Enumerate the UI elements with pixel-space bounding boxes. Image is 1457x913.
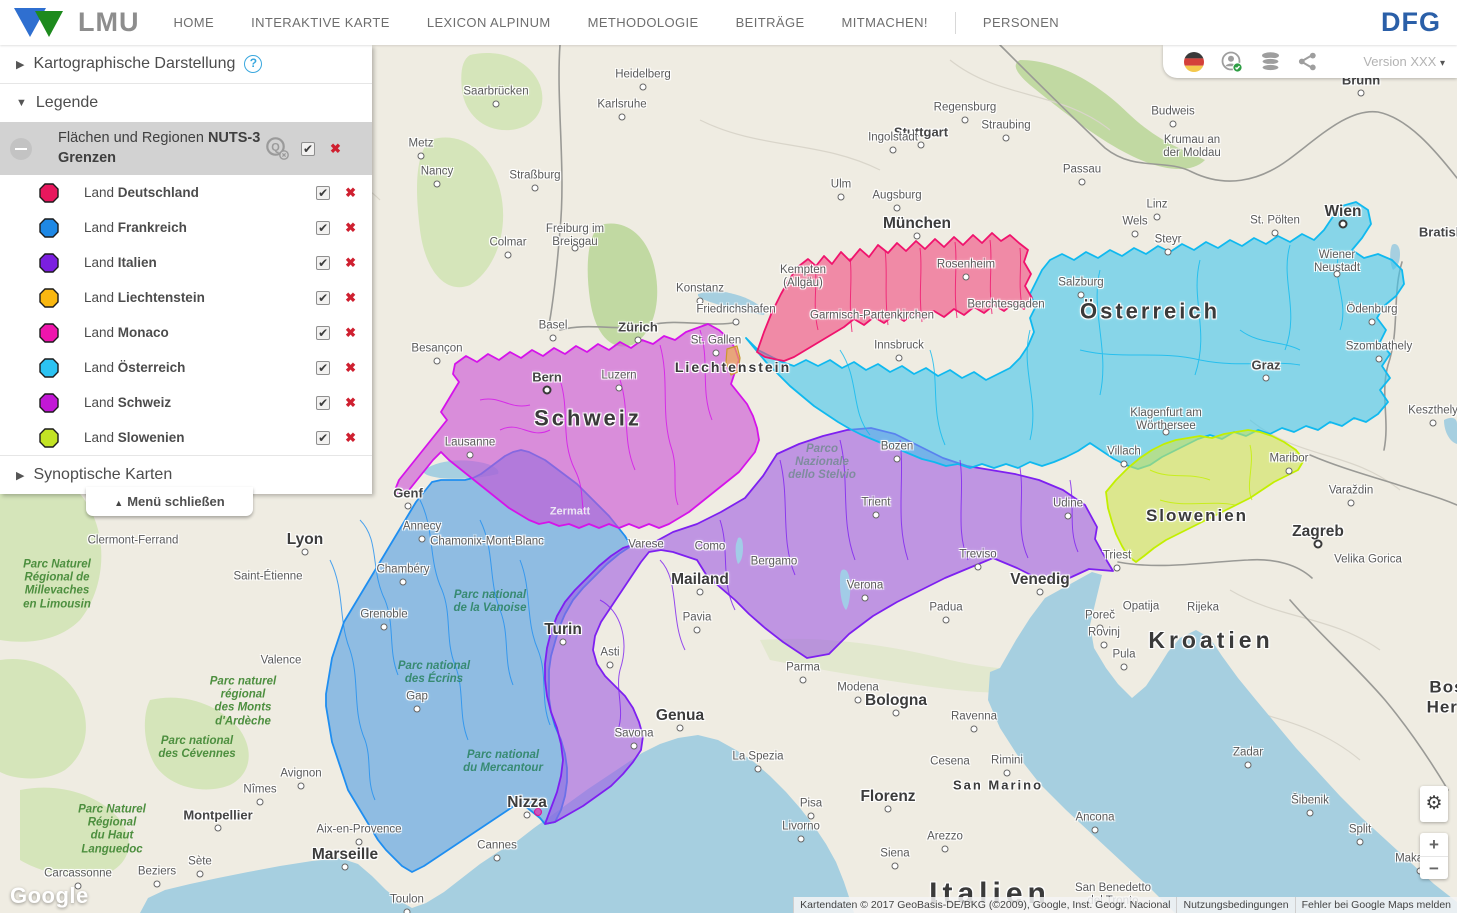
- legend-checkbox[interactable]: ✔: [316, 186, 330, 200]
- german-flag-icon[interactable]: [1183, 51, 1205, 73]
- legend-label: Land Deutschland: [84, 185, 199, 200]
- nav-items: HOME INTERAKTIVE KARTE LEXICON ALPINUM METH…: [173, 12, 1059, 34]
- legend-checkbox[interactable]: ✔: [316, 291, 330, 305]
- legend-row-frankreich: Land Frankreich ✔ ✖: [0, 210, 372, 245]
- lmu-wordmark: LMU: [78, 7, 139, 38]
- color-swatch-icon: [39, 218, 59, 238]
- nav-item-lexicon-alpinum[interactable]: LEXICON ALPINUM: [427, 15, 551, 30]
- legend-checkbox[interactable]: ✔: [316, 221, 330, 235]
- legend-checkbox[interactable]: ✔: [316, 396, 330, 410]
- gear-icon: ⚙: [1425, 793, 1442, 814]
- legend-remove-button[interactable]: ✖: [345, 430, 356, 446]
- zoom-in-button[interactable]: +: [1420, 833, 1448, 857]
- legend-checkbox[interactable]: ✔: [316, 361, 330, 375]
- legend-label: Land Schweiz: [84, 395, 171, 410]
- legend-checkbox[interactable]: ✔: [316, 431, 330, 445]
- region-monaco: [535, 809, 542, 816]
- terms-link[interactable]: Nutzungsbedingungen: [1176, 897, 1294, 913]
- legend-remove-button[interactable]: ✖: [345, 290, 356, 306]
- legend-row-schweiz: Land Schweiz ✔ ✖: [0, 385, 372, 420]
- color-swatch-icon: [39, 288, 59, 308]
- map-attribution: Kartendaten © 2017 GeoBasis-DE/BKG (©200…: [793, 897, 1457, 913]
- map-toolbar: Version XXX ▾: [1163, 45, 1457, 78]
- chevron-down-icon: ▼: [16, 97, 27, 109]
- legend-rows: Land Deutschland✔✖Land Frankreich✔✖Land …: [0, 175, 372, 455]
- dfg-logo[interactable]: DFG: [1381, 7, 1441, 38]
- legend-label: Land Monaco: [84, 325, 169, 340]
- close-menu-button[interactable]: ▲Menü schließen: [86, 487, 253, 516]
- nav-item-personen[interactable]: PERSONEN: [983, 15, 1059, 30]
- legend-panel: ▶ Kartographische Darstellung ? ▼ Legend…: [0, 45, 372, 494]
- section-kartographische-darstellung[interactable]: ▶ Kartographische Darstellung ?: [0, 45, 372, 83]
- help-icon[interactable]: ?: [244, 55, 262, 73]
- map-settings-button[interactable]: ⚙: [1420, 786, 1448, 822]
- legend-remove-button[interactable]: ✖: [345, 395, 356, 411]
- zoom-to-layer-icon[interactable]: Q: [264, 135, 291, 162]
- nav-item-home[interactable]: HOME: [173, 15, 214, 30]
- legend-remove-button[interactable]: ✖: [345, 325, 356, 341]
- report-error-link[interactable]: Fehler bei Google Maps melden: [1295, 897, 1457, 913]
- nav-item-mitmachen-[interactable]: MITMACHEN!: [842, 15, 928, 30]
- database-icon[interactable]: [1259, 51, 1282, 73]
- legend-remove-button[interactable]: ✖: [345, 220, 356, 236]
- chevron-up-icon: ▲: [114, 498, 123, 508]
- legend-label: Land Slowenien: [84, 430, 185, 445]
- google-logo: Google: [10, 883, 89, 909]
- section-legende[interactable]: ▼ Legende: [0, 83, 372, 122]
- top-navigation: LMU HOME INTERAKTIVE KARTE LEXICON ALPINUM…: [0, 0, 1457, 45]
- color-swatch-icon: [39, 358, 59, 378]
- legend-remove-button[interactable]: ✖: [345, 255, 356, 271]
- lmu-logo[interactable]: LMU: [14, 7, 139, 39]
- legend-checkbox[interactable]: ✔: [316, 326, 330, 340]
- legend-remove-button[interactable]: ✖: [345, 360, 356, 376]
- legend-label: Land Österreich: [84, 360, 185, 375]
- remove-layer-button[interactable]: ✖: [330, 141, 341, 157]
- svg-text:Q: Q: [271, 142, 280, 154]
- legend-label: Land Italien: [84, 255, 157, 270]
- nav-item-interaktive-karte[interactable]: INTERAKTIVE KARTE: [251, 15, 390, 30]
- color-swatch-icon: [39, 183, 59, 203]
- chevron-right-icon: ▶: [16, 58, 24, 71]
- legend-label: Land Frankreich: [84, 220, 187, 235]
- legend-row-monaco: Land Monaco ✔ ✖: [0, 315, 372, 350]
- layer-checkbox[interactable]: ✔: [301, 142, 315, 156]
- color-swatch-icon: [39, 393, 59, 413]
- nav-item-methodologie[interactable]: METHODOLOGIE: [588, 15, 699, 30]
- chevron-down-icon: ▾: [1440, 58, 1445, 69]
- color-swatch-icon: [39, 253, 59, 273]
- zoom-out-button[interactable]: −: [1420, 857, 1448, 880]
- user-status-icon[interactable]: [1220, 50, 1244, 74]
- version-dropdown[interactable]: Version XXX ▾: [1363, 54, 1445, 69]
- layer-title: Flächen und Regionen NUTS-3 Grenzen: [58, 129, 262, 168]
- nav-item-beitr-ge[interactable]: BEITRÄGE: [736, 15, 805, 30]
- chevron-right-icon: ▶: [16, 469, 24, 482]
- color-swatch-icon: [39, 323, 59, 343]
- verba-alpina-app: SaarbrückenMetzNancyHeidelbergKarlsruheS…: [0, 0, 1457, 913]
- legend-row-liechtenstein: Land Liechtenstein ✔ ✖: [0, 280, 372, 315]
- zoom-control: + −: [1420, 833, 1448, 879]
- legend-checkbox[interactable]: ✔: [316, 256, 330, 270]
- collapse-layer-icon[interactable]: [10, 138, 32, 160]
- legend-remove-button[interactable]: ✖: [345, 185, 356, 201]
- legend-row-italien: Land Italien ✔ ✖: [0, 245, 372, 280]
- legend-row-deutschland: Land Deutschland ✔ ✖: [0, 175, 372, 210]
- attribution-text: Kartendaten © 2017 GeoBasis-DE/BKG (©200…: [793, 897, 1176, 913]
- share-icon[interactable]: [1297, 51, 1318, 72]
- layer-header-row: Flächen und Regionen NUTS-3 Grenzen Q ✔ …: [0, 122, 372, 175]
- legend-row-slowenien: Land Slowenien ✔ ✖: [0, 420, 372, 455]
- color-swatch-icon: [39, 428, 59, 448]
- verba-alpina-triangles-icon: [14, 7, 72, 39]
- nav-divider: [955, 12, 956, 34]
- legend-label: Land Liechtenstein: [84, 290, 205, 305]
- legend-row-österreich: Land Österreich ✔ ✖: [0, 350, 372, 385]
